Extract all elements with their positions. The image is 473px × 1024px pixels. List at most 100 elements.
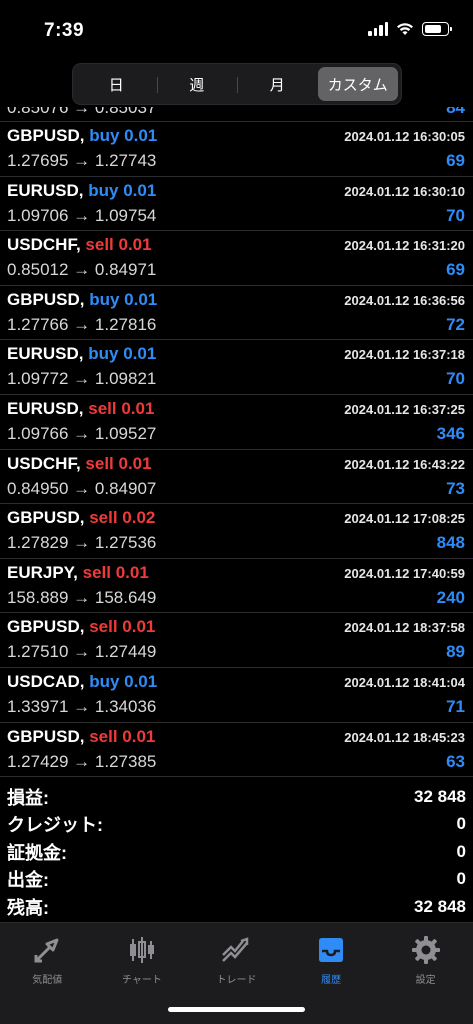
quotes-icon [34,938,59,963]
trade-profit: 89 [446,642,465,662]
summary-label: クレジット: [7,815,103,836]
trade-symbol-name: GBPUSD, [7,726,85,746]
trade-side: buy 0.01 [89,289,158,309]
summary-label: 残高: [7,897,49,918]
status-icons [368,22,452,36]
trade-symbol: EURUSD, sell 0.01 [7,399,154,419]
history-inbox-icon [319,938,344,962]
trade-prices: 1.09772 → 1.09821 [7,369,157,389]
summary-label: 損益: [7,787,49,808]
tab-label: トレード [216,975,257,986]
trade-time: 2024.01.12 18:45:23 [344,729,465,745]
trade-time: 2024.01.12 17:08:25 [344,511,465,527]
trade-symbol-name: USDCAD, [7,671,85,691]
trade-side: sell 0.01 [88,398,155,418]
trade-row[interactable]: GBPUSD, buy 0.01 2024.01.12 16:30:05 1.276… [0,122,473,177]
trade-row-partial[interactable]: 0.85076 → 0.85037 84 [0,107,473,122]
trade-symbol: EURUSD, buy 0.01 [7,181,156,201]
trade-symbol: USDCAD, buy 0.01 [7,672,157,692]
trade-prices: 1.33971 → 1.34036 [7,696,157,716]
summary-label: 出金: [7,870,49,891]
trade-side: sell 0.01 [89,726,156,746]
trade-profit: 69 [446,260,465,280]
trade-row[interactable]: GBPUSD, sell 0.02 2024.01.12 17:08:25 1.27… [0,504,473,559]
trade-profit: 240 [436,587,465,607]
trade-row[interactable]: USDCAD, buy 0.01 2024.01.12 18:41:04 1.339… [0,668,473,723]
gear-icon [411,936,440,964]
trade-symbol: GBPUSD, sell 0.02 [7,508,155,528]
summary-row-profit: 損益: 32 848 [0,783,473,811]
segment-week[interactable]: 週 [156,67,238,101]
trade-row[interactable]: EURUSD, buy 0.01 2024.01.12 16:37:18 1.097… [0,340,473,395]
trade-side: buy 0.01 [89,671,158,691]
trade-profit: 84 [446,107,465,117]
summary-value: 0 [456,841,466,861]
trade-symbol: GBPUSD, buy 0.01 [7,290,157,310]
trade-icon [222,937,249,962]
trade-history-list[interactable]: 0.85076 → 0.85037 84 GBPUSD, buy 0.01 202… [0,107,473,777]
status-bar: 7:39 [0,0,473,58]
trade-symbol: USDCHF, sell 0.01 [7,235,152,255]
trade-time: 2024.01.12 16:43:22 [344,456,465,472]
trade-row[interactable]: EURUSD, buy 0.01 2024.01.12 16:30:10 1.097… [0,177,473,232]
trade-time: 2024.01.12 18:37:58 [344,620,465,636]
trade-prices: 0.85012 → 0.84971 [7,260,157,280]
trade-row[interactable]: EURUSD, sell 0.01 2024.01.12 16:37:25 1.09… [0,395,473,450]
segment-month[interactable]: 月 [237,67,318,101]
trade-profit: 71 [446,696,465,716]
tab-quotes[interactable]: 気配値 [0,923,95,1024]
trade-prices: 1.27510 → 1.27449 [7,642,157,662]
tab-label: チャート [121,975,162,986]
trade-time: 2024.01.12 16:31:20 [344,238,465,254]
trade-profit: 346 [436,423,465,443]
trade-time: 2024.01.12 16:37:18 [344,347,465,363]
battery-icon [422,22,452,36]
segment-day[interactable]: 日 [76,67,157,101]
tab-label: 気配値 [32,975,63,986]
trade-row[interactable]: GBPUSD, buy 0.01 2024.01.12 16:36:56 1.277… [0,286,473,341]
wifi-icon [397,23,413,35]
trade-symbol-name: GBPUSD, [7,289,85,309]
trade-prices: 1.27766 → 1.27816 [7,314,157,334]
trade-profit: 63 [446,751,465,771]
trade-side: buy 0.01 [89,126,158,145]
trade-row[interactable]: GBPUSD, sell 0.01 2024.01.12 18:45:23 1.27… [0,723,473,777]
trade-symbol: EURJPY, sell 0.01 [7,563,149,583]
trade-symbol-name: EURUSD, [7,398,84,418]
trade-symbol-name: EURUSD, [7,344,84,364]
cellular-signal-icon [368,22,388,36]
summary-row-credit: クレジット: 0 [0,811,473,839]
trade-row[interactable]: EURJPY, sell 0.01 2024.01.12 17:40:59 158.… [0,559,473,614]
trade-prices: 1.27695 → 1.27743 [7,151,157,170]
summary-row-balance: 残高: 32 848 [0,893,473,921]
trade-symbol-name: USDCHF, [7,235,81,255]
summary-label: 証拠金: [7,842,67,863]
trade-symbol: GBPUSD, buy 0.01 [7,126,157,146]
trade-side: buy 0.01 [88,180,157,200]
status-time: 7:39 [44,20,85,41]
trade-row[interactable]: USDCHF, sell 0.01 2024.01.12 16:43:22 0.84… [0,450,473,505]
trade-symbol: GBPUSD, sell 0.01 [7,617,155,637]
trade-side: sell 0.02 [89,508,156,528]
trade-profit: 69 [446,151,465,170]
trade-time: 2024.01.12 17:40:59 [344,565,465,581]
trade-row[interactable]: GBPUSD, sell 0.01 2024.01.12 18:37:58 1.27… [0,613,473,668]
trade-prices: 0.84950 → 0.84907 [7,478,157,498]
trade-prices: 0.85076 → 0.85037 [7,107,157,117]
trade-side: sell 0.01 [82,562,149,582]
trade-side: buy 0.01 [88,344,157,364]
trade-side: sell 0.01 [85,453,152,473]
summary-row-withdrawal: 出金: 0 [0,866,473,894]
trade-row[interactable]: USDCHF, sell 0.01 2024.01.12 16:31:20 0.85… [0,231,473,286]
trade-prices: 1.27829 → 1.27536 [7,533,157,553]
trade-symbol-name: GBPUSD, [7,617,85,637]
trade-side: sell 0.01 [89,617,156,637]
trade-symbol-name: EURUSD, [7,180,84,200]
tab-settings[interactable]: 設定 [378,923,473,1024]
summary-value: 32 848 [414,896,466,916]
trade-symbol: EURUSD, buy 0.01 [7,344,156,364]
summary-value: 0 [456,869,466,889]
trade-prices: 158.889 → 158.649 [7,587,157,607]
summary-row-margin: 証拠金: 0 [0,838,473,866]
segment-custom[interactable]: カスタム [317,67,398,101]
